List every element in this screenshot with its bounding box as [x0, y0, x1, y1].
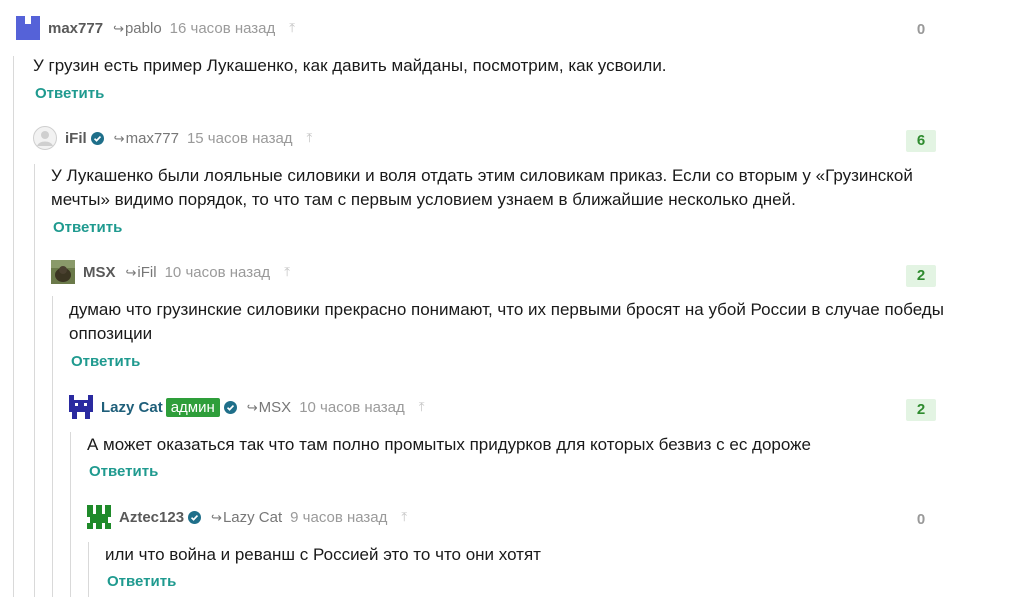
thread-line: [88, 542, 89, 597]
author-name[interactable]: Lazy Cat: [101, 399, 163, 416]
avatar[interactable]: [87, 505, 111, 529]
comment-header: max777 ↪pablo 16 часов назад ⤒: [16, 14, 295, 42]
timestamp[interactable]: 15 часов назад: [187, 130, 293, 147]
comment-header: MSX ↪iFil 10 часов назад ⤒: [51, 258, 290, 286]
timestamp[interactable]: 16 часов назад: [170, 20, 276, 37]
admin-badge: админ: [165, 397, 220, 417]
comment-score: 0: [916, 21, 926, 38]
reply-button[interactable]: Ответить: [35, 85, 104, 102]
comment-score: 2: [906, 265, 936, 287]
timestamp[interactable]: 10 часов назад: [165, 264, 271, 281]
reply-arrow-icon: ↪: [113, 130, 125, 146]
avatar[interactable]: [16, 16, 40, 40]
reply-to-name: max777: [125, 129, 179, 147]
reply-to-name: pablo: [124, 19, 162, 37]
reply-button[interactable]: Ответить: [107, 573, 176, 590]
reply-to-name: iFil: [137, 263, 157, 281]
go-to-parent-icon[interactable]: ⤒: [284, 264, 290, 280]
go-to-parent-icon[interactable]: ⤒: [307, 130, 313, 146]
go-to-parent-icon[interactable]: ⤒: [401, 509, 407, 525]
reply-to-link[interactable]: ↪Lazy Cat: [211, 509, 282, 526]
reply-arrow-icon: ↪: [113, 20, 124, 36]
comment-text: думаю что грузинские силовики прекрасно …: [69, 300, 944, 343]
go-to-parent-icon[interactable]: ⤒: [289, 20, 295, 36]
reply-arrow-icon: ↪: [211, 509, 222, 525]
thread-line: [34, 164, 35, 597]
timestamp[interactable]: 10 часов назад: [299, 399, 405, 416]
reply-to-link[interactable]: ↪max777: [114, 130, 179, 147]
avatar[interactable]: [51, 260, 75, 284]
reply-to-name: MSX: [258, 398, 292, 416]
comment-score: 2: [906, 399, 936, 421]
reply-to-name: Lazy Cat: [222, 508, 283, 526]
reply-arrow-icon: ↪: [125, 264, 137, 280]
thread-line: [13, 56, 14, 597]
comment-text: или что война и реванш с Россией это то …: [105, 545, 541, 564]
comment-text: А может оказаться так что там полно пром…: [87, 435, 811, 454]
comment-header: Lazy Cat админ ↪MSX 10 часов назад ⤒: [69, 393, 425, 421]
author-name[interactable]: Aztec123: [119, 509, 184, 526]
avatar[interactable]: [33, 126, 57, 150]
reply-button[interactable]: Ответить: [71, 353, 140, 370]
author-name[interactable]: MSX: [83, 264, 116, 281]
go-to-parent-icon[interactable]: ⤒: [419, 399, 425, 415]
comment-header: iFil ↪max777 15 часов назад ⤒: [33, 124, 312, 152]
timestamp[interactable]: 9 часов назад: [290, 509, 387, 526]
verified-icon: [90, 131, 104, 145]
reply-to-link[interactable]: ↪iFil: [126, 264, 157, 281]
reply-arrow-icon: ↪: [246, 399, 258, 415]
reply-button[interactable]: Ответить: [53, 219, 122, 236]
comment-score: 6: [906, 130, 936, 152]
reply-button[interactable]: Ответить: [89, 463, 158, 480]
comment-header: Aztec123 ↪Lazy Cat 9 часов назад ⤒: [87, 503, 407, 531]
reply-to-link[interactable]: ↪MSX: [247, 399, 291, 416]
verified-icon: [188, 510, 202, 524]
thread-line: [52, 296, 53, 597]
author-name[interactable]: iFil: [65, 130, 87, 147]
author-name[interactable]: max777: [48, 20, 103, 37]
comment-score: 0: [916, 511, 926, 528]
verified-icon: [223, 400, 237, 414]
comment-text: У грузин есть пример Лукашенко, как дави…: [33, 56, 667, 75]
comment-text: У Лукашенко были лояльные силовики и вол…: [51, 166, 913, 209]
thread-line: [70, 432, 71, 597]
reply-to-link[interactable]: ↪pablo: [113, 20, 162, 37]
avatar[interactable]: [69, 395, 93, 419]
